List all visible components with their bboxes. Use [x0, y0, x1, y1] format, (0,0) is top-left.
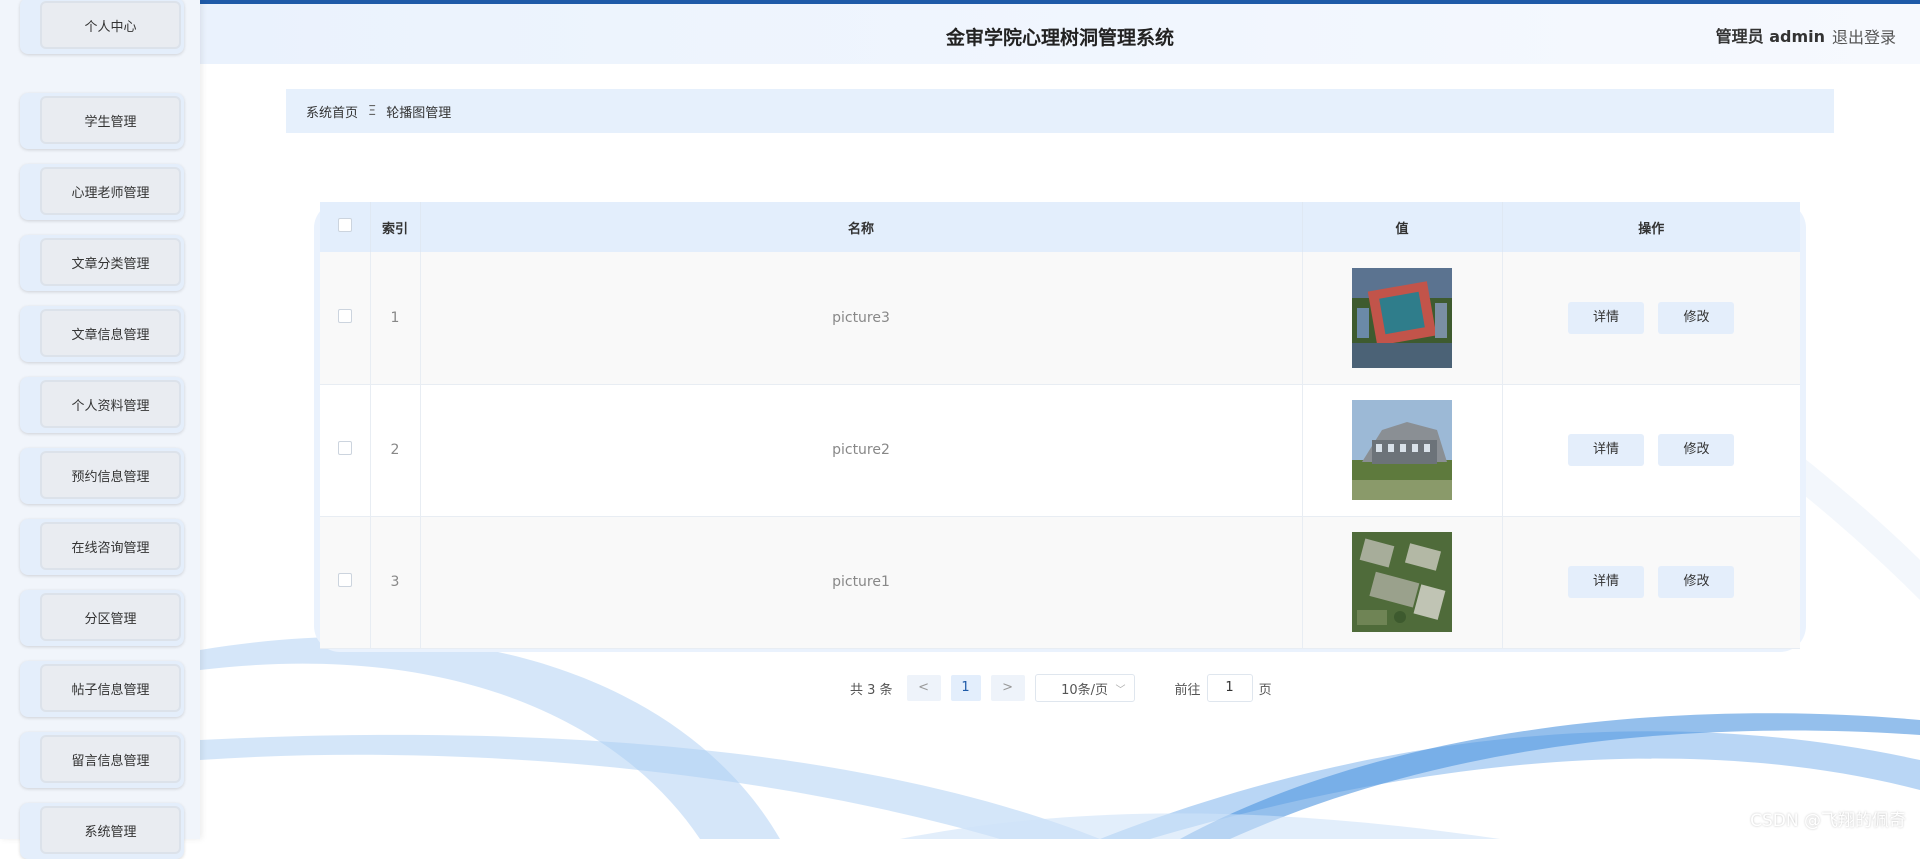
row-name: picture1	[420, 516, 1303, 649]
sidebar-item-system[interactable]: 系统管理	[20, 803, 184, 859]
page-size-select[interactable]: 10条/页 ﹀	[1034, 674, 1135, 702]
row-name: picture3	[420, 252, 1303, 385]
sidebar-item-label: 帖子信息管理	[40, 664, 181, 712]
goto-page-input[interactable]: 1	[1206, 674, 1253, 702]
logout-link[interactable]: 退出登录	[1832, 24, 1896, 48]
table-header-row: 索引 名称 值 操作	[320, 202, 1800, 252]
sidebar-item-posts[interactable]: 帖子信息管理	[20, 661, 184, 717]
breadcrumb: 系统首页 Ξ 轮播图管理	[286, 89, 1834, 133]
sidebar-item-online-consult[interactable]: 在线咨询管理	[20, 519, 184, 575]
sidebar-item-sections[interactable]: 分区管理	[20, 590, 184, 646]
row-checkbox[interactable]	[337, 308, 352, 323]
row-actions: 详情 修改	[1502, 384, 1800, 517]
detail-button[interactable]: 详情	[1568, 566, 1645, 598]
next-page-button[interactable]: >	[990, 675, 1025, 701]
sidebar-item-label: 个人资料管理	[40, 380, 181, 428]
campus-building-thumbnail[interactable]	[1352, 400, 1452, 500]
sidebar-item-appointments[interactable]: 预约信息管理	[20, 448, 184, 504]
select-all-header	[320, 202, 371, 252]
row-value-cell	[1302, 384, 1503, 517]
sidebar-item-label: 文章信息管理	[40, 309, 181, 357]
campus-aerial-thumbnail[interactable]	[1352, 267, 1452, 368]
edit-button[interactable]: 修改	[1658, 566, 1735, 598]
user-label: 管理员 admin	[1715, 27, 1825, 46]
sidebar-item-students[interactable]: 学生管理	[20, 93, 184, 149]
row-index: 1	[370, 252, 421, 385]
edit-button[interactable]: 修改	[1658, 301, 1735, 334]
sidebar-item-label: 文章分类管理	[40, 238, 181, 286]
detail-button[interactable]: 详情	[1568, 301, 1645, 334]
edit-button[interactable]: 修改	[1658, 434, 1735, 466]
breadcrumb-current: 轮播图管理	[386, 105, 452, 121]
carousel-table: 索引 名称 值 操作 1 picture3 详情 修改 2 picture2 详…	[320, 202, 1800, 649]
header-value: 值	[1302, 202, 1503, 252]
sidebar-item-label: 分区管理	[40, 593, 181, 641]
sidebar-item-label: 个人中心	[40, 1, 181, 49]
row-checkbox[interactable]	[337, 441, 352, 455]
breadcrumb-separator-icon: Ξ	[368, 103, 377, 119]
sidebar-item-articles[interactable]: 文章信息管理	[20, 306, 184, 362]
table-row: 3 picture1 详情 修改	[320, 516, 1800, 649]
row-value-cell	[1302, 516, 1503, 649]
sidebar-item-article-categories[interactable]: 文章分类管理	[20, 235, 184, 291]
pagination: 共 3 条 < 1 > 10条/页 ﹀ 前往 1 页	[850, 674, 1272, 702]
breadcrumb-home[interactable]: 系统首页	[306, 102, 358, 121]
sidebar-item-label: 在线咨询管理	[40, 522, 181, 570]
sidebar: 个人中心 学生管理 心理老师管理 文章分类管理 文章信息管理 个人资料管理 预约…	[0, 0, 200, 859]
sidebar-item-label: 心理老师管理	[40, 167, 181, 215]
app-title: 金审学院心理树洞管理系统	[945, 27, 1174, 49]
sidebar-item-label: 留言信息管理	[40, 735, 181, 783]
watermark: CSDN @飞翔的佩奇	[1750, 811, 1906, 831]
row-name: picture2	[420, 384, 1303, 517]
sidebar-item-label: 系统管理	[40, 806, 181, 854]
sidebar-item-label: 预约信息管理	[40, 451, 181, 499]
row-select-cell	[320, 384, 371, 517]
row-value-cell	[1302, 252, 1503, 385]
select-all-checkbox[interactable]	[337, 218, 352, 232]
page-unit-label: 页	[1258, 682, 1272, 698]
chevron-down-icon: ﹀	[1115, 684, 1126, 696]
sidebar-item-messages[interactable]: 留言信息管理	[20, 732, 184, 788]
goto-label: 前往	[1174, 682, 1201, 698]
table-row: 2 picture2 详情 修改	[320, 384, 1800, 517]
row-select-cell	[320, 516, 371, 649]
header-actions: 操作	[1638, 221, 1665, 237]
row-select-cell	[320, 252, 371, 385]
sidebar-item-profile[interactable]: 个人资料管理	[20, 377, 184, 433]
table-row: 1 picture3 详情 修改	[320, 252, 1800, 385]
row-index: 2	[370, 384, 421, 517]
table-card: 索引 名称 值 操作 1 picture3 详情 修改 2 picture2 详…	[314, 202, 1806, 652]
row-index: 3	[370, 516, 421, 649]
prev-page-button[interactable]: <	[906, 675, 941, 701]
page-size-value: 10条/页	[1061, 682, 1109, 698]
sidebar-item-personal-center[interactable]: 个人中心	[20, 0, 184, 54]
sidebar-item-label: 学生管理	[40, 96, 181, 144]
campus-rendering-thumbnail[interactable]	[1352, 532, 1452, 632]
header: 金审学院心理树洞管理系统 管理员 admin 退出登录	[200, 4, 1920, 64]
header-name: 名称	[420, 202, 1303, 252]
header-index: 索引	[370, 202, 421, 252]
row-actions: 详情 修改	[1502, 516, 1800, 649]
row-actions: 详情 修改	[1502, 252, 1800, 385]
pagination-total: 共 3 条	[850, 682, 893, 698]
page-1-button[interactable]: 1	[950, 675, 981, 701]
detail-button[interactable]: 详情	[1568, 434, 1645, 466]
row-checkbox[interactable]	[337, 573, 352, 587]
sidebar-item-teachers[interactable]: 心理老师管理	[20, 164, 184, 220]
